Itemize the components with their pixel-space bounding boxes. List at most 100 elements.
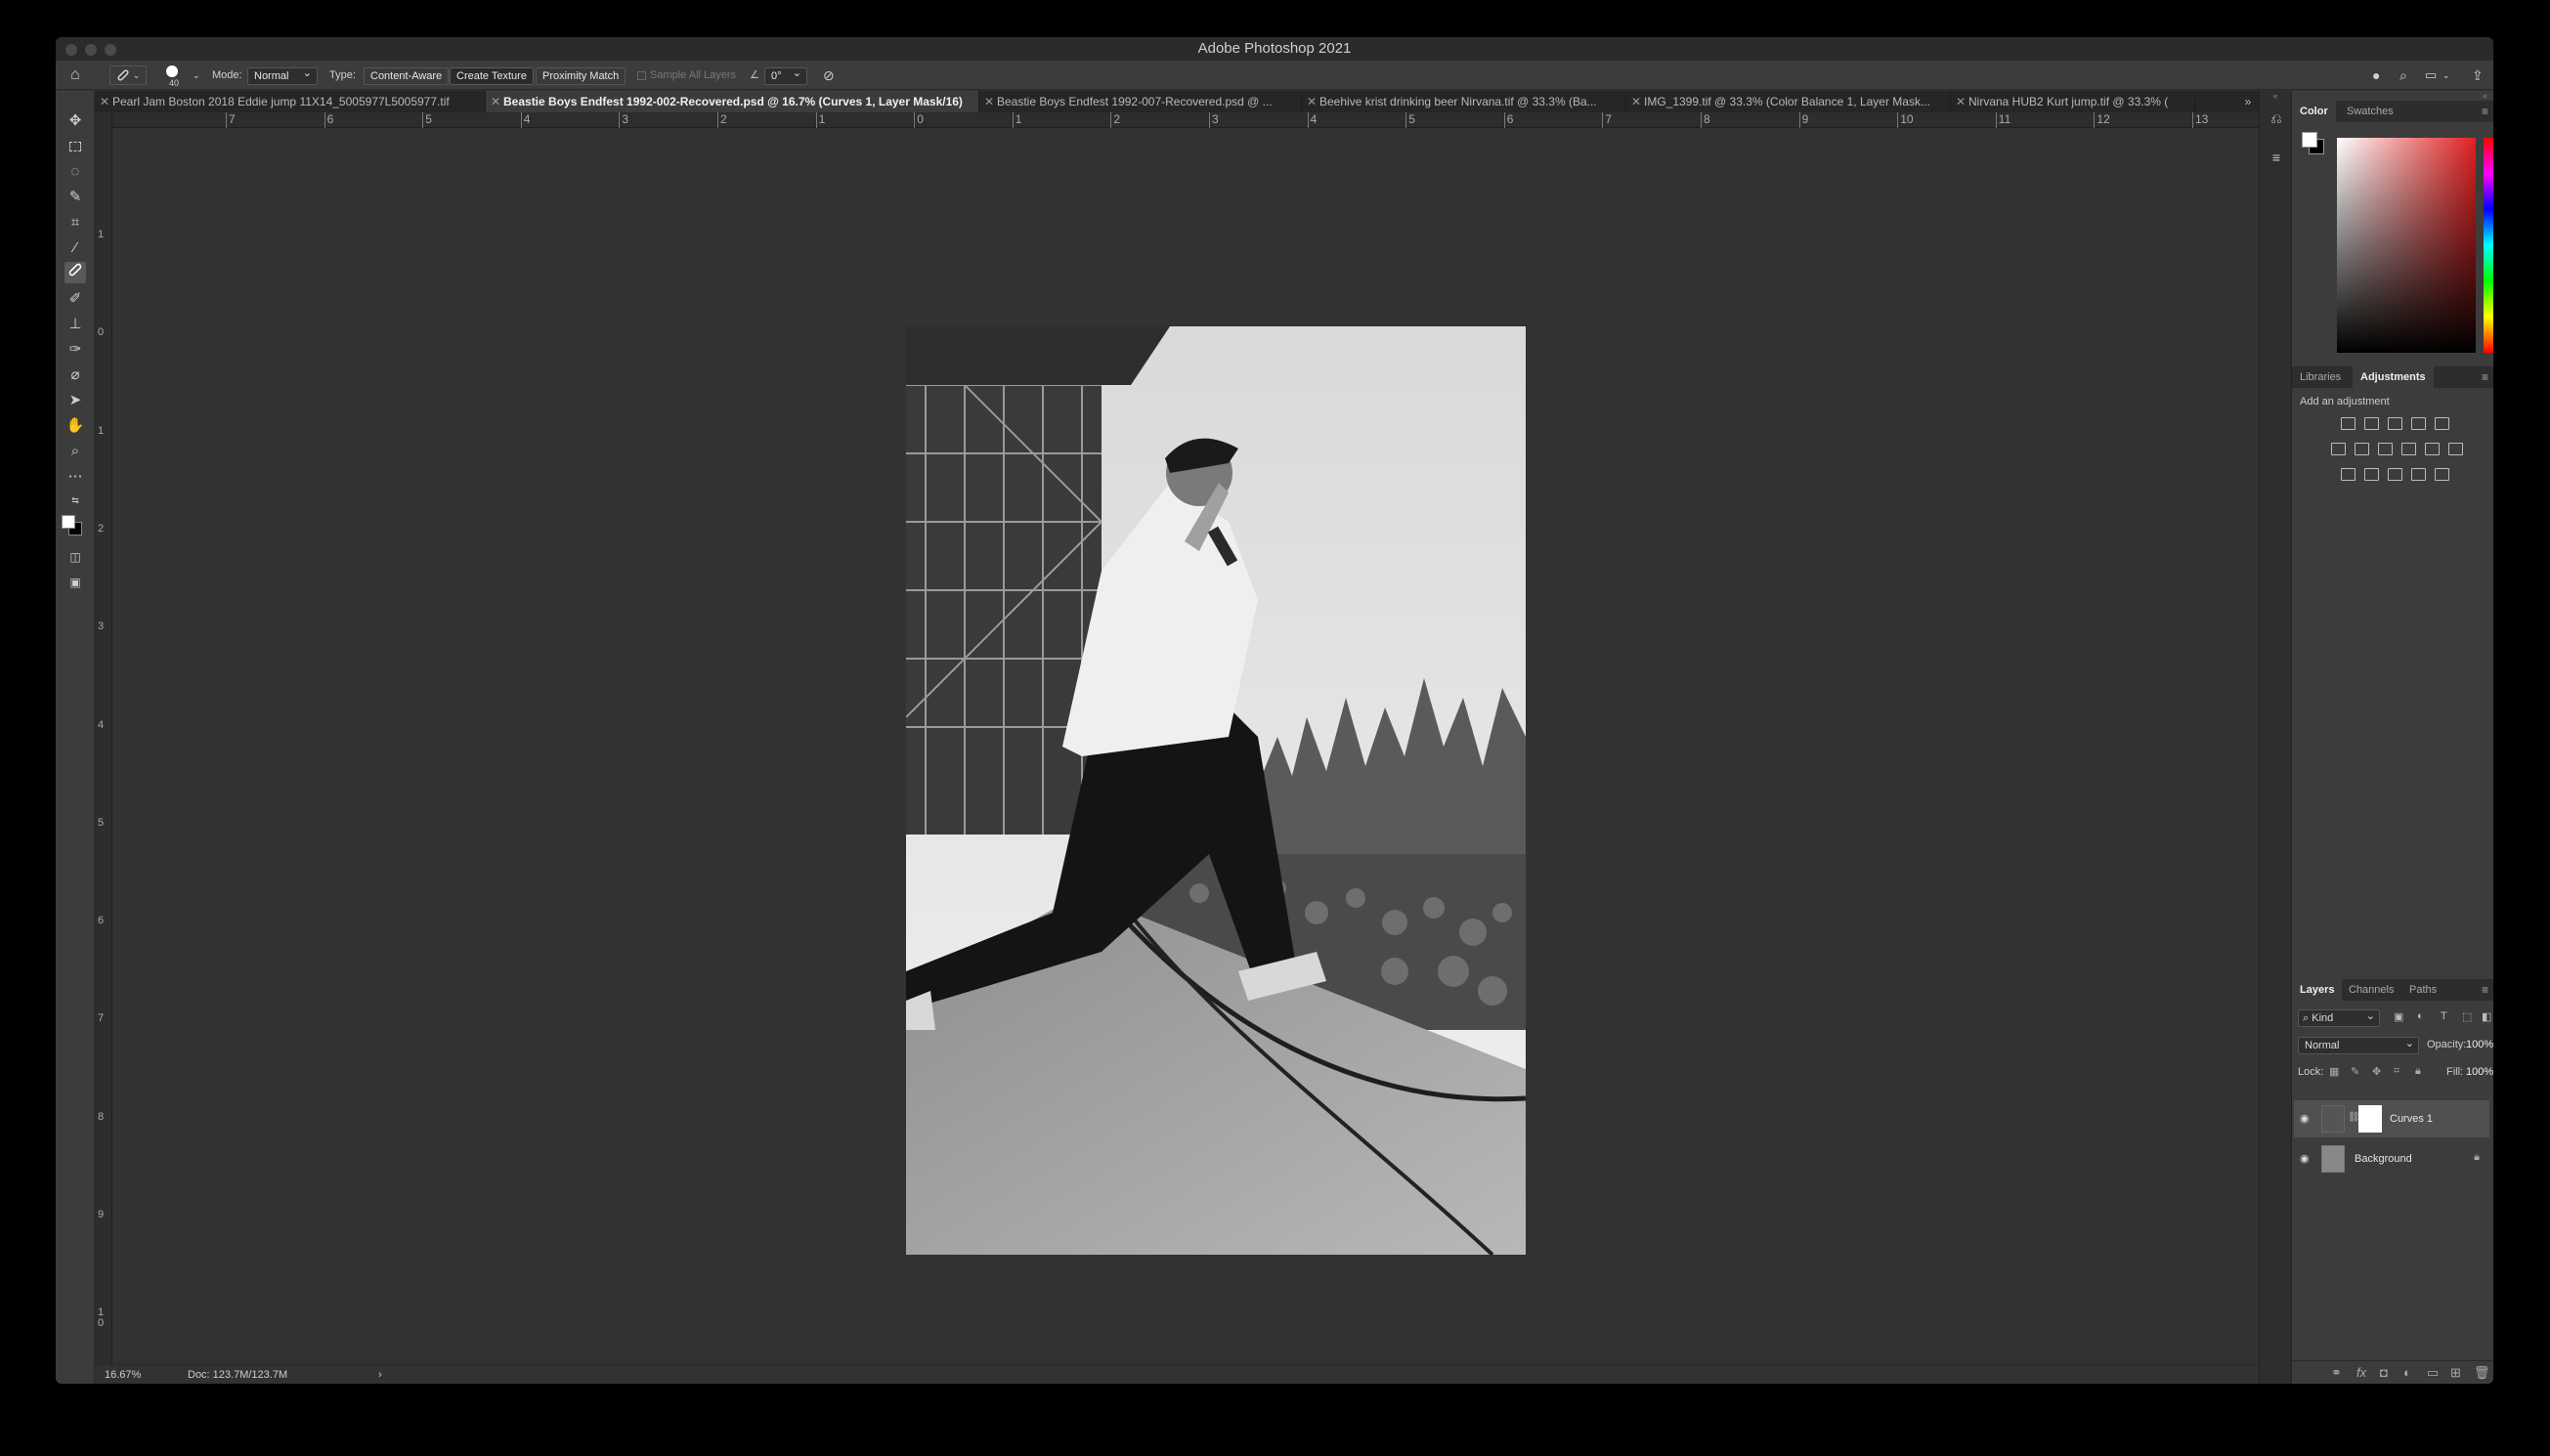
new-adjustment-icon[interactable]: ◐ [2403, 1365, 2411, 1380]
lock-artboard-icon[interactable]: ⌗ [2394, 1065, 2399, 1078]
marquee-tool-icon[interactable] [65, 136, 86, 157]
new-layer-icon[interactable]: ⊞ [2450, 1365, 2461, 1381]
swap-colors-icon[interactable]: ⇆ [65, 490, 86, 511]
lasso-tool-icon[interactable]: ◌ [65, 161, 86, 183]
layer-name[interactable]: Background [2355, 1140, 2412, 1178]
tab-document-4[interactable]: ✕ Beehive krist drinking beer Nirvana.tif… [1302, 91, 1626, 112]
lock-pixels-icon[interactable]: ✎ [2351, 1065, 2359, 1078]
mode-select[interactable]: Normal [247, 65, 318, 85]
tab-libraries[interactable]: Libraries [2292, 366, 2349, 388]
history-icon[interactable]: ⎌ [2267, 110, 2286, 130]
opacity-field[interactable]: 100% [2466, 1039, 2493, 1050]
tab-document-2[interactable]: ✕ Beastie Boys Endfest 1992-002-Recovered… [486, 91, 979, 112]
tab-document-3[interactable]: ✕ Beastie Boys Endfest 1992-007-Recovered… [979, 91, 1302, 112]
tab-channels[interactable]: Channels [2341, 979, 2401, 1001]
close-tab-icon[interactable]: ✕ [1307, 91, 1317, 112]
collapse-icon[interactable]: « [2292, 91, 2493, 101]
lock-transparent-icon[interactable]: ▦ [2329, 1065, 2339, 1078]
add-mask-icon[interactable]: ◘ [2380, 1365, 2388, 1380]
tab-adjustments[interactable]: Adjustments [2353, 366, 2434, 388]
quick-selection-tool-icon[interactable]: ✎ [65, 187, 86, 208]
history-brush-tool-icon[interactable]: ✑ [65, 339, 86, 361]
curves-icon[interactable] [2388, 417, 2402, 430]
angle-field[interactable]: 0° [764, 65, 807, 85]
tab-document-1[interactable]: ✕ Pearl Jam Boston 2018 Eddie jump 11X14_… [95, 91, 486, 112]
levels-icon[interactable] [2364, 417, 2379, 430]
close-tab-icon[interactable]: ✕ [1631, 91, 1641, 112]
black-white-icon[interactable] [2378, 443, 2393, 455]
close-tab-icon[interactable]: ✕ [100, 91, 109, 112]
move-tool-icon[interactable]: ✥ [65, 110, 86, 132]
visibility-eye-icon[interactable]: ◉ [2300, 1152, 2310, 1165]
foreground-color-chip[interactable] [2302, 132, 2317, 148]
photo-filter-icon[interactable] [2401, 443, 2416, 455]
panel-menu-icon[interactable]: ≡ [2482, 105, 2488, 118]
color-field[interactable] [2337, 138, 2476, 353]
tab-swatches[interactable]: Swatches [2339, 101, 2401, 122]
pressure-size-icon[interactable]: ⊘ [823, 61, 835, 90]
brush-tool-icon[interactable]: ✐ [65, 288, 86, 310]
close-window-button[interactable] [65, 44, 77, 56]
hue-slider[interactable] [2484, 138, 2493, 353]
sample-all-layers-checkbox[interactable]: Sample All Layers [637, 61, 736, 90]
layer-mask-thumbnail[interactable] [2358, 1105, 2382, 1133]
chevron-right-icon[interactable]: › [378, 1365, 382, 1384]
collapse-icon[interactable]: « [2260, 91, 2291, 101]
filter-adjustment-icon[interactable]: ◐ [2417, 1010, 2424, 1022]
document-image[interactable] [906, 326, 1526, 1255]
healing-brush-tool-icon[interactable] [65, 262, 86, 283]
fill-field[interactable]: 100% [2466, 1066, 2493, 1078]
fx-icon[interactable]: fx [2356, 1365, 2366, 1380]
zoom-window-button[interactable] [105, 44, 116, 56]
properties-icon[interactable]: ≡ [2267, 150, 2286, 169]
search-icon[interactable]: ⌕ [2399, 61, 2407, 90]
color-lookup-icon[interactable] [2448, 443, 2463, 455]
filter-smart-object-icon[interactable]: ◧ [2482, 1010, 2491, 1023]
color-balance-icon[interactable] [2355, 443, 2369, 455]
tab-color[interactable]: Color [2292, 101, 2336, 122]
trash-icon[interactable]: 🗑︎ [2474, 1365, 2490, 1381]
brightness-contrast-icon[interactable] [2341, 417, 2356, 430]
tab-layers[interactable]: Layers [2292, 979, 2343, 1001]
vibrance-icon[interactable] [2435, 417, 2449, 430]
invert-icon[interactable] [2341, 468, 2356, 481]
hue-saturation-icon[interactable] [2331, 443, 2346, 455]
foreground-color-swatch[interactable] [62, 515, 75, 529]
gradient-map-icon[interactable] [2435, 468, 2449, 481]
share-icon[interactable]: ⇪ [2472, 61, 2484, 90]
quick-mask-icon[interactable]: ◫ [65, 546, 86, 568]
layer-filter-select[interactable]: ⌕ Kind ⌄ [2298, 1009, 2380, 1027]
more-tabs-icon[interactable]: » [2237, 91, 2259, 112]
channel-mixer-icon[interactable] [2425, 443, 2440, 455]
tab-document-5[interactable]: ✕ IMG_1399.tif @ 33.3% (Color Balance 1, … [1626, 91, 1951, 112]
tab-paths[interactable]: Paths [2401, 979, 2444, 1001]
eraser-tool-icon[interactable]: ⌀ [65, 364, 86, 386]
chevron-down-icon[interactable]: ⌄ [2442, 61, 2450, 90]
filter-shape-icon[interactable]: ⬚ [2462, 1010, 2472, 1023]
lock-position-icon[interactable]: ✥ [2372, 1065, 2381, 1078]
selective-color-icon[interactable] [2411, 468, 2426, 481]
workspace-icon[interactable]: ▭ [2425, 61, 2437, 90]
link-layers-icon[interactable]: ⚭ [2331, 1365, 2342, 1381]
zoom-tool-icon[interactable]: ⌕ [65, 441, 86, 462]
visibility-eye-icon[interactable]: ◉ [2300, 1112, 2310, 1125]
user-account-icon[interactable]: ● [2372, 61, 2380, 90]
posterize-icon[interactable] [2364, 468, 2379, 481]
eyedropper-tool-icon[interactable]: ⁄ [65, 237, 86, 259]
new-group-icon[interactable]: ▭ [2427, 1365, 2439, 1381]
hand-tool-icon[interactable]: ✋ [65, 415, 86, 437]
zoom-level[interactable]: 16.67% [105, 1365, 141, 1384]
tab-document-6[interactable]: ✕ Nirvana HUB2 Kurt jump.tif @ 33.3% ( [1951, 91, 2195, 112]
path-selection-tool-icon[interactable]: ➤ [65, 390, 86, 411]
minimize-window-button[interactable] [85, 44, 97, 56]
close-tab-icon[interactable]: ✕ [1956, 91, 1966, 112]
more-tools-icon[interactable]: ⋯ [65, 466, 86, 488]
canvas-area[interactable] [112, 128, 2259, 1384]
filter-pixel-icon[interactable]: ▣ [2394, 1010, 2403, 1023]
chevron-down-icon[interactable]: ⌄ [193, 61, 200, 90]
create-texture-button[interactable]: Create Texture [450, 67, 534, 85]
threshold-icon[interactable] [2388, 468, 2402, 481]
screen-mode-icon[interactable]: ▣ [65, 572, 86, 593]
exposure-icon[interactable] [2411, 417, 2426, 430]
panel-menu-icon[interactable]: ≡ [2482, 370, 2488, 384]
